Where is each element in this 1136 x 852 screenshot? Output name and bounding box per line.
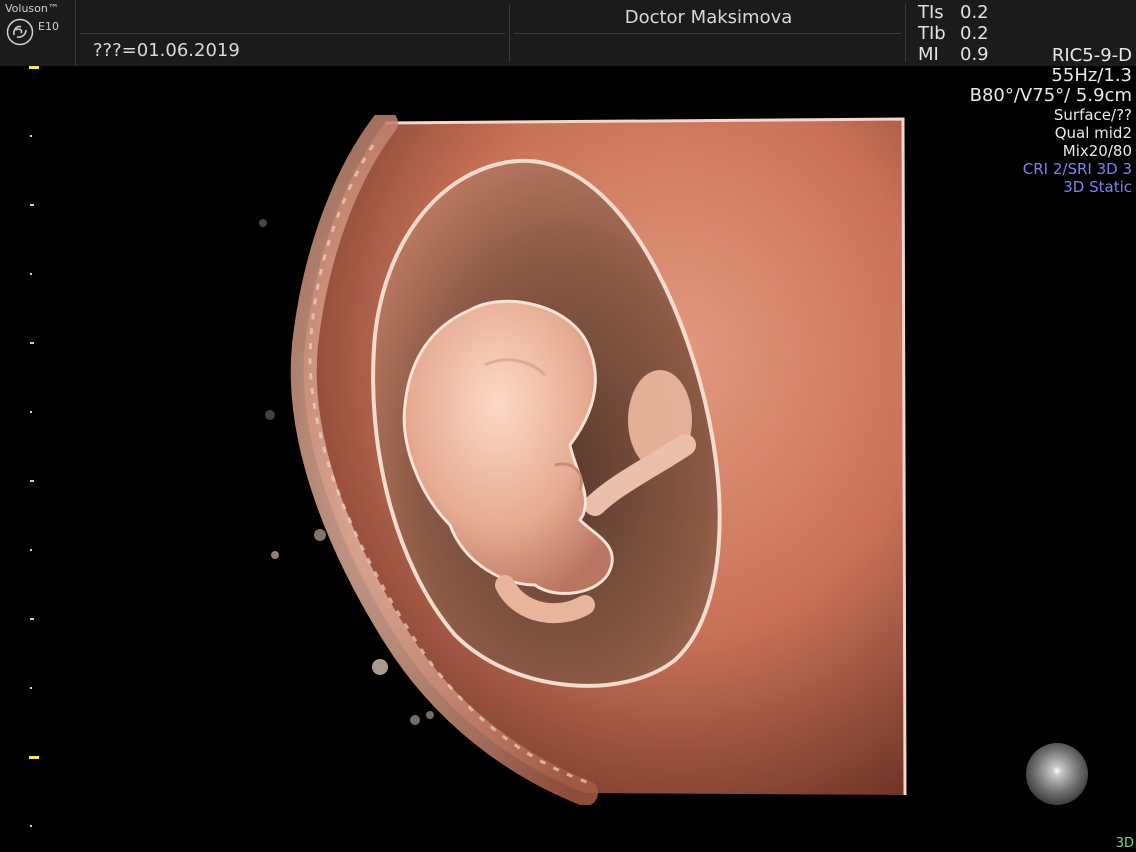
quality-label: Qual mid2 xyxy=(1054,124,1132,142)
param-row: TIs 0.2 xyxy=(918,2,989,23)
header-divider xyxy=(509,4,510,62)
3d-volume-render xyxy=(259,115,907,805)
param-label: TIb xyxy=(918,23,946,44)
exam-date: ???=01.06.2019 xyxy=(93,40,240,61)
header-divider xyxy=(75,0,76,66)
acquisition-mode-label: 3D Static xyxy=(1063,178,1132,196)
render-light-orb-icon[interactable] xyxy=(1024,741,1090,807)
depth-scale xyxy=(29,66,39,827)
ge-logo-icon xyxy=(6,18,34,46)
header-divider xyxy=(905,4,906,62)
param-label: TIs xyxy=(918,2,944,23)
frequency-label: 55Hz/1.3 xyxy=(1051,65,1132,86)
geometry-label: B80°/V75°/ 5.9cm xyxy=(969,85,1132,106)
brand-name: Voluson™ xyxy=(5,2,59,15)
render-mode-label: Surface/?? xyxy=(1053,106,1132,124)
param-value: 0.2 xyxy=(960,23,989,44)
model-name: E10 xyxy=(38,20,59,33)
scale-focus-marker xyxy=(29,66,39,69)
mix-label: Mix20/80 xyxy=(1062,142,1132,160)
header-divider xyxy=(514,33,901,34)
acquisition-info: RIC5-9-D 55Hz/1.3 B80°/V75°/ 5.9cm Surfa… xyxy=(969,45,1132,197)
probe-label: RIC5-9-D xyxy=(1051,45,1132,66)
cri-label: CRI 2/SRI 3D 3 xyxy=(1022,160,1132,178)
param-label: MI xyxy=(918,44,939,65)
scale-focus-marker xyxy=(29,756,39,759)
param-row: TIb 0.2 xyxy=(918,23,989,44)
doctor-name: Doctor Maksimova xyxy=(624,7,793,28)
header-bar: Voluson™ E10 ???=01.06.2019 Doctor Maksi… xyxy=(0,0,1136,66)
param-value: 0.2 xyxy=(960,2,989,23)
header-divider xyxy=(80,33,505,34)
mode-indicator: 3D xyxy=(1115,836,1134,851)
